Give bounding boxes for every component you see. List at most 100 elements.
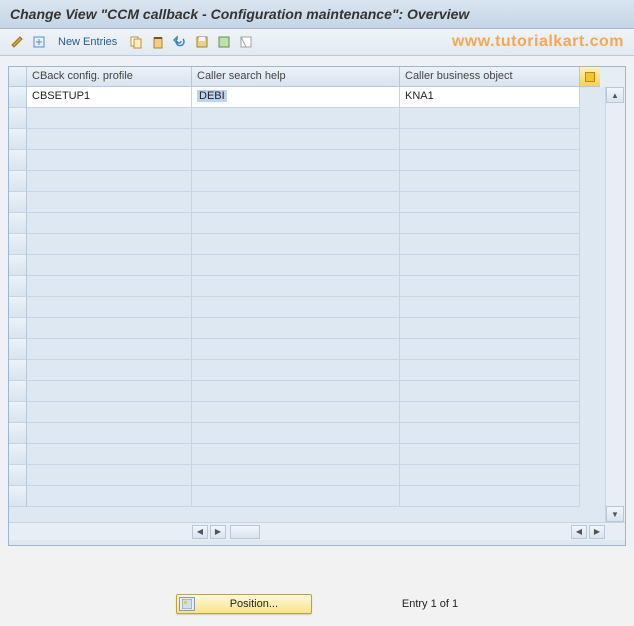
cell[interactable] — [27, 171, 192, 192]
cell[interactable] — [192, 108, 400, 129]
save-icon[interactable] — [193, 33, 211, 51]
row-selector[interactable] — [9, 192, 27, 213]
cell[interactable] — [400, 192, 580, 213]
cell[interactable] — [400, 297, 580, 318]
delete-icon[interactable] — [149, 33, 167, 51]
cell[interactable] — [400, 339, 580, 360]
row-selector[interactable] — [9, 213, 27, 234]
cell-searchhelp[interactable]: DEBI — [192, 87, 400, 108]
cell[interactable] — [27, 150, 192, 171]
cell[interactable] — [27, 213, 192, 234]
cell[interactable] — [400, 360, 580, 381]
row-selector[interactable] — [9, 444, 27, 465]
cell-bobject[interactable]: KNA1 — [400, 87, 580, 108]
position-button[interactable]: Position... — [176, 594, 312, 614]
cell[interactable] — [192, 486, 400, 507]
copy-icon[interactable] — [127, 33, 145, 51]
cell[interactable] — [192, 255, 400, 276]
cell[interactable] — [400, 171, 580, 192]
cell[interactable] — [27, 276, 192, 297]
cell[interactable] — [192, 402, 400, 423]
select-all-icon[interactable] — [215, 33, 233, 51]
cell-profile[interactable]: CBSETUP1 — [27, 87, 192, 108]
row-selector[interactable] — [9, 108, 27, 129]
scroll-right-icon[interactable]: ▶ — [210, 525, 226, 539]
cell[interactable] — [192, 171, 400, 192]
row-selector[interactable] — [9, 129, 27, 150]
row-selector[interactable] — [9, 339, 27, 360]
select-all-rows[interactable] — [9, 67, 27, 87]
vertical-scrollbar[interactable]: ▲ ▼ — [605, 87, 625, 522]
row-selector[interactable] — [9, 402, 27, 423]
cell[interactable] — [400, 465, 580, 486]
row-selector[interactable] — [9, 486, 27, 507]
cell[interactable] — [400, 318, 580, 339]
cell[interactable] — [400, 108, 580, 129]
cell[interactable] — [27, 402, 192, 423]
expand-icon[interactable] — [30, 33, 48, 51]
cell[interactable] — [192, 129, 400, 150]
cell[interactable] — [27, 318, 192, 339]
scroll-up-icon[interactable]: ▲ — [606, 87, 624, 103]
column-header-bobject[interactable]: Caller business object — [400, 67, 580, 87]
cell[interactable] — [192, 444, 400, 465]
cell[interactable] — [400, 402, 580, 423]
cell[interactable] — [27, 444, 192, 465]
column-header-searchhelp[interactable]: Caller search help — [192, 67, 400, 87]
row-selector[interactable] — [9, 297, 27, 318]
cell[interactable] — [192, 381, 400, 402]
column-header-profile[interactable]: CBack config. profile — [27, 67, 192, 87]
cell[interactable] — [27, 129, 192, 150]
cell[interactable] — [400, 129, 580, 150]
row-selector[interactable] — [9, 150, 27, 171]
undo-icon[interactable] — [171, 33, 189, 51]
row-selector[interactable] — [9, 87, 27, 108]
table-settings-icon[interactable] — [580, 67, 600, 87]
scroll-right-end-icon[interactable]: ▶ — [589, 525, 605, 539]
cell[interactable] — [400, 234, 580, 255]
cell[interactable] — [400, 444, 580, 465]
cell[interactable] — [27, 297, 192, 318]
cell[interactable] — [27, 339, 192, 360]
row-selector[interactable] — [9, 360, 27, 381]
cell[interactable] — [192, 213, 400, 234]
deselect-icon[interactable] — [237, 33, 255, 51]
cell[interactable] — [192, 318, 400, 339]
row-selector[interactable] — [9, 255, 27, 276]
scroll-left-end-icon[interactable]: ◀ — [571, 525, 587, 539]
cell[interactable] — [27, 108, 192, 129]
cell[interactable] — [27, 465, 192, 486]
scroll-down-icon[interactable]: ▼ — [606, 506, 624, 522]
row-selector[interactable] — [9, 234, 27, 255]
cell[interactable] — [27, 360, 192, 381]
toggle-display-icon[interactable] — [8, 33, 26, 51]
cell[interactable] — [27, 234, 192, 255]
scroll-thumb[interactable] — [230, 525, 260, 539]
cell[interactable] — [400, 150, 580, 171]
new-entries-button[interactable]: New Entries — [52, 36, 123, 48]
cell[interactable] — [192, 234, 400, 255]
cell[interactable] — [192, 339, 400, 360]
cell[interactable] — [27, 423, 192, 444]
row-selector[interactable] — [9, 276, 27, 297]
cell[interactable] — [400, 486, 580, 507]
cell[interactable] — [400, 381, 580, 402]
row-selector[interactable] — [9, 318, 27, 339]
row-selector[interactable] — [9, 423, 27, 444]
cell[interactable] — [192, 423, 400, 444]
cell[interactable] — [27, 486, 192, 507]
row-selector[interactable] — [9, 381, 27, 402]
cell[interactable] — [192, 276, 400, 297]
row-selector[interactable] — [9, 171, 27, 192]
cell[interactable] — [27, 255, 192, 276]
scroll-left-icon[interactable]: ◀ — [192, 525, 208, 539]
cell[interactable] — [27, 381, 192, 402]
cell[interactable] — [192, 465, 400, 486]
row-selector[interactable] — [9, 465, 27, 486]
cell[interactable] — [192, 360, 400, 381]
cell[interactable] — [27, 192, 192, 213]
cell[interactable] — [192, 150, 400, 171]
cell[interactable] — [400, 276, 580, 297]
cell[interactable] — [192, 297, 400, 318]
cell[interactable] — [192, 192, 400, 213]
